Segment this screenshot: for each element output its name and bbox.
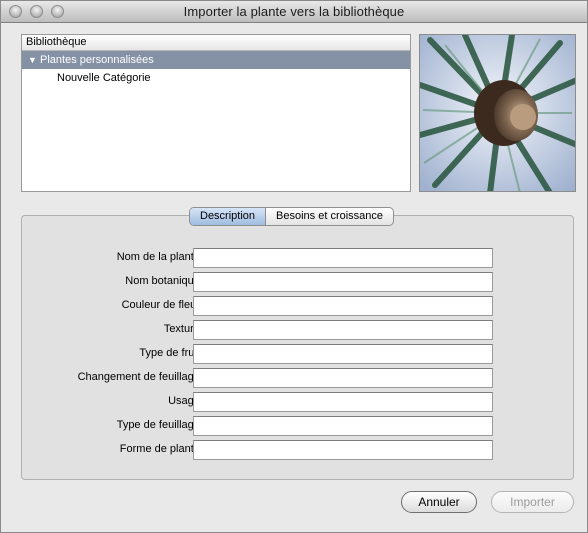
texture-input[interactable] [193,320,493,340]
form-row-texture: Texture : [22,320,572,340]
import-button[interactable]: Importer [491,491,574,513]
plant-photo [419,34,576,192]
form-row-botanical-name: Nom botanique : [22,272,572,292]
botanical-name-input[interactable] [193,272,493,292]
flower-color-input[interactable] [193,296,493,316]
window-title: Importer la plante vers la bibliothèque [183,4,405,19]
library-header: Bibliothèque [22,35,410,51]
foliage-type-input[interactable] [193,416,493,436]
tab-needs-and-growth[interactable]: Besoins et croissance [266,208,393,225]
fruit-type-input[interactable] [193,344,493,364]
library-item-label: Plantes personnalisées [40,54,154,66]
plant-name-input[interactable] [193,248,493,268]
form-row-plant-shape: Forme de plante : [22,440,572,460]
foliage-change-label: Changement de feuillage : [77,371,206,383]
form-row-fruit-type: Type de fruit : [22,344,572,364]
form-row-foliage-type: Type de feuillage : [22,416,572,436]
palm-tree-image [420,35,575,191]
form-row-foliage-change: Changement de feuillage : [22,368,572,388]
plant-shape-input[interactable] [193,440,493,460]
library-outline[interactable]: Bibliothèque ▼ Plantes personnalisées Nou… [21,34,411,192]
form-row-usage: Usage : [22,392,572,412]
disclosure-triangle-icon[interactable]: ▼ [28,51,40,69]
library-item-custom-plants[interactable]: ▼ Plantes personnalisées [22,51,410,69]
foliage-change-input[interactable] [193,368,493,388]
form-row-plant-name: Nom de la plante : [22,248,572,268]
title-bar: Importer la plante vers la bibliothèque [1,1,587,23]
import-plant-dialog: Importer la plante vers la bibliothèque … [0,0,588,533]
cancel-button[interactable]: Annuler [401,491,477,513]
tab-description[interactable]: Description [190,208,267,225]
library-item-new-category[interactable]: Nouvelle Catégorie [22,69,410,87]
tab-bar: Description Besoins et croissance [189,207,395,226]
usage-input[interactable] [193,392,493,412]
form-row-flower-color: Couleur de fleur : [22,296,572,316]
